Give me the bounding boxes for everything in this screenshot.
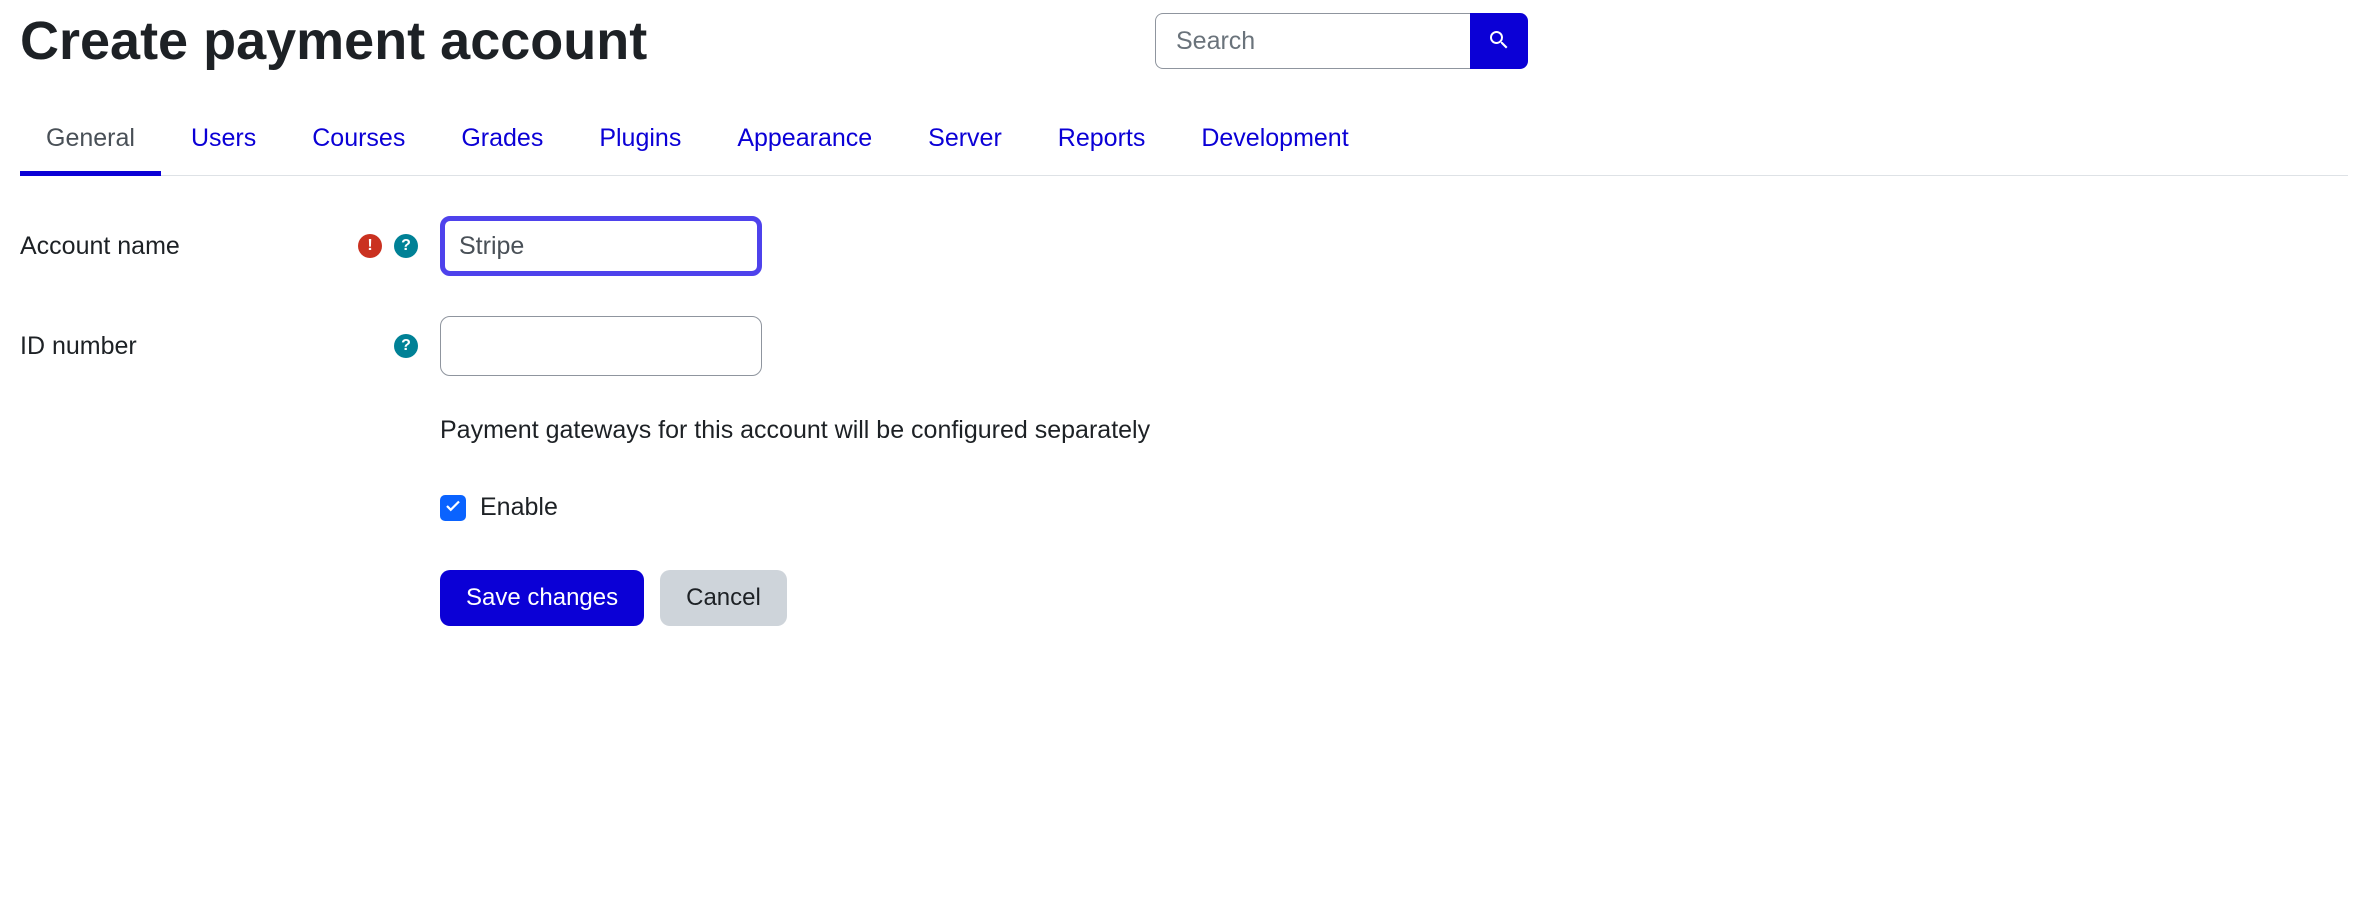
search-box	[1155, 13, 1528, 69]
tab-users[interactable]: Users	[191, 104, 256, 175]
tab-plugins[interactable]: Plugins	[599, 104, 681, 175]
search-input[interactable]	[1155, 13, 1470, 69]
gateway-info-text: Payment gateways for this account will b…	[440, 416, 2348, 445]
tab-appearance[interactable]: Appearance	[737, 104, 872, 175]
admin-tabs: General Users Courses Grades Plugins App…	[20, 104, 2348, 176]
check-icon	[444, 493, 462, 522]
help-icon[interactable]: ?	[394, 334, 418, 358]
tab-courses[interactable]: Courses	[312, 104, 405, 175]
enable-checkbox[interactable]	[440, 495, 466, 521]
tab-general[interactable]: General	[46, 104, 135, 175]
id-number-input[interactable]	[440, 316, 762, 376]
cancel-button[interactable]: Cancel	[660, 570, 787, 626]
tab-grades[interactable]: Grades	[461, 104, 543, 175]
save-changes-button[interactable]: Save changes	[440, 570, 644, 626]
account-name-label: Account name	[20, 232, 320, 261]
page-title: Create payment account	[20, 10, 647, 72]
tab-server[interactable]: Server	[928, 104, 1002, 175]
tab-development[interactable]: Development	[1201, 104, 1348, 175]
enable-label: Enable	[480, 493, 558, 522]
tab-reports[interactable]: Reports	[1058, 104, 1146, 175]
required-icon: !	[358, 234, 382, 258]
search-button[interactable]	[1470, 13, 1528, 69]
search-icon	[1487, 28, 1511, 55]
help-icon[interactable]: ?	[394, 234, 418, 258]
account-name-input[interactable]	[440, 216, 762, 276]
id-number-label: ID number	[20, 332, 320, 361]
